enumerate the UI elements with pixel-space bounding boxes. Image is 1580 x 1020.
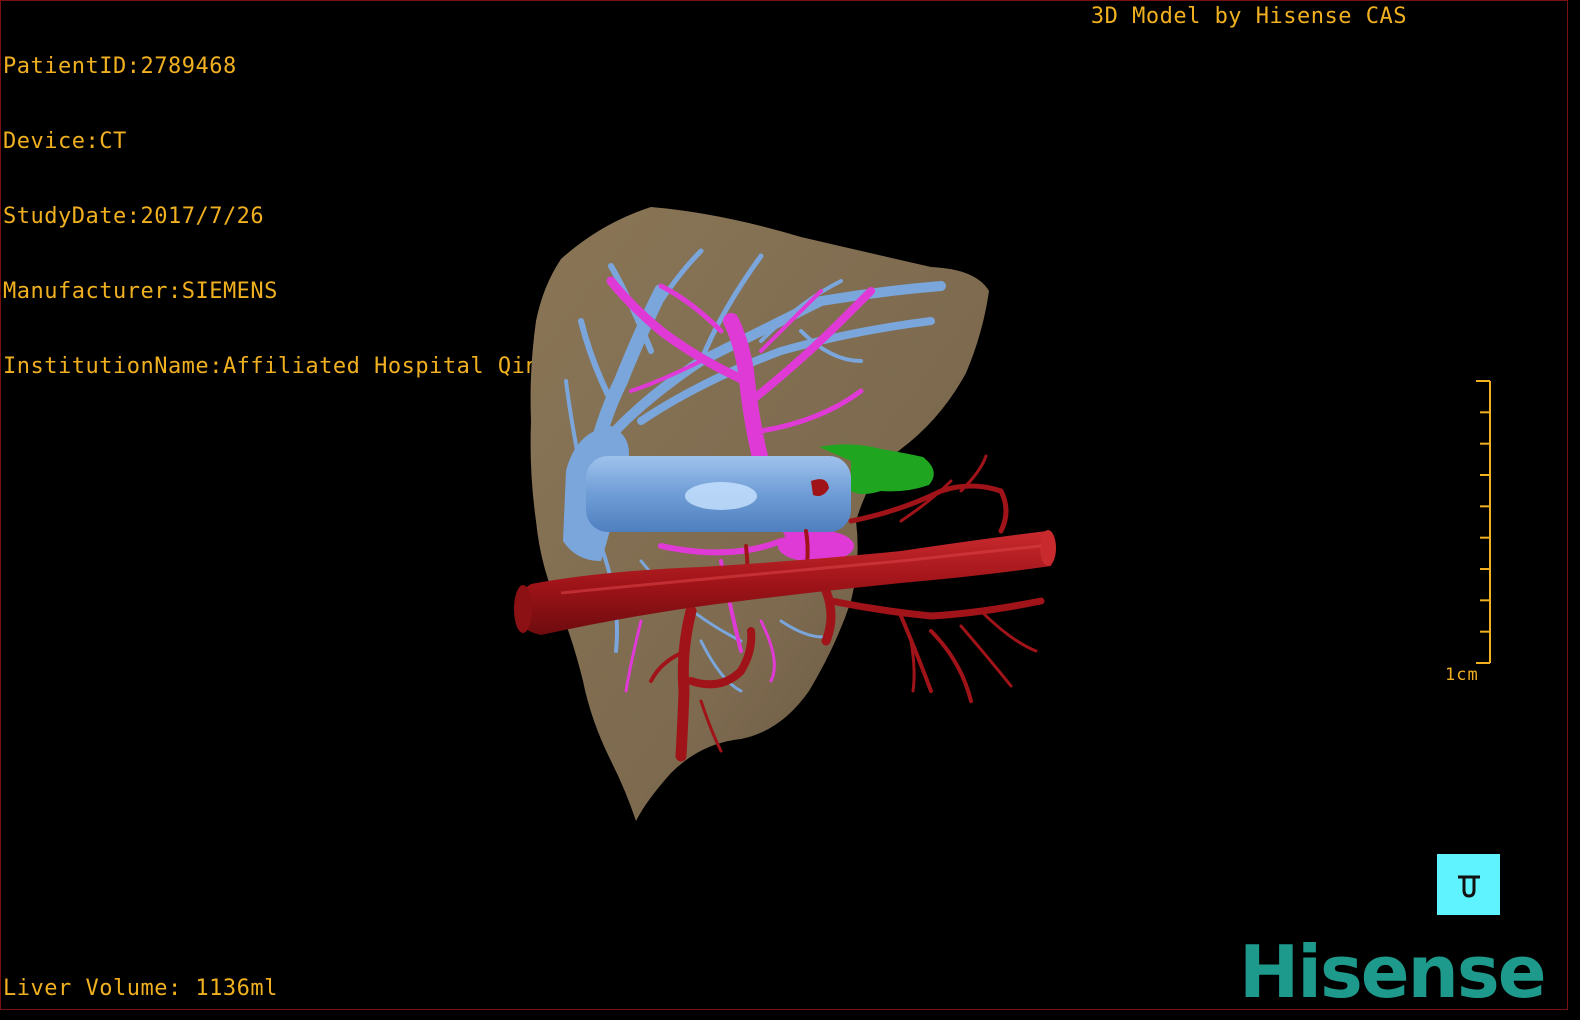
hisense-logo: Hisense <box>1239 930 1547 1010</box>
3d-viewport[interactable]: PatientID:2789468 Device:CT StudyDate:20… <box>0 0 1568 1010</box>
scale-bar <box>1476 380 1491 664</box>
orientation-icon <box>1457 875 1480 898</box>
scale-bar-label: 1cm <box>1445 665 1479 685</box>
liver-3d-model[interactable] <box>1 1 1567 1009</box>
view-orientation-button[interactable] <box>1437 854 1500 915</box>
liver-volume-readout: Liver Volume: 1136ml <box>3 976 278 1001</box>
inferior-vena-cava <box>586 456 851 532</box>
